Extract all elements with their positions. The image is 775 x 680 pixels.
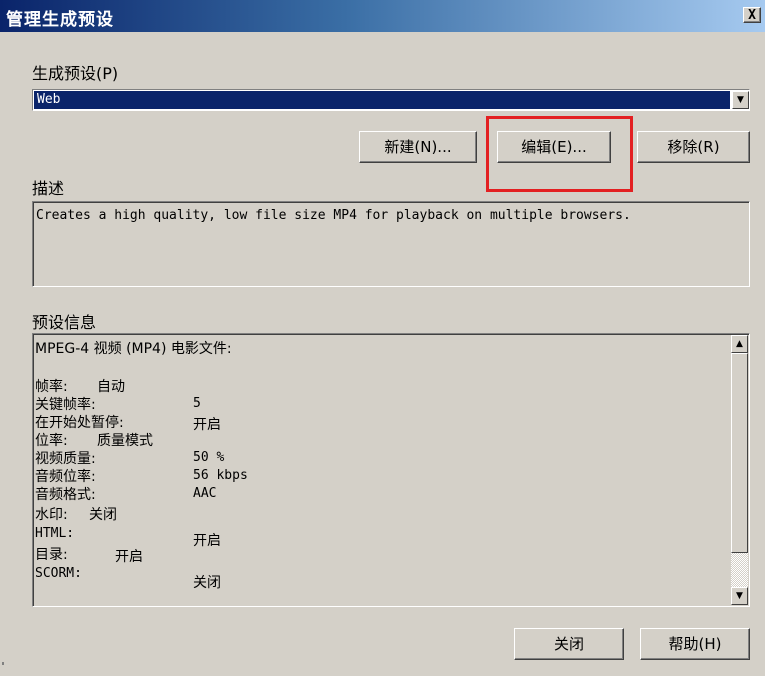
info-header: MPEG-4 视频 (MP4) 电影文件:: [35, 341, 232, 357]
title-bar[interactable]: 管理生成预设 X: [0, 0, 765, 32]
highlight-annotation: [486, 116, 633, 192]
new-preset-button[interactable]: 新建(N)...: [359, 131, 477, 163]
info-key: 音频格式:: [35, 487, 96, 503]
help-button[interactable]: 帮助(H): [640, 628, 750, 660]
close-button[interactable]: 关闭: [514, 628, 624, 660]
info-value: 开启: [193, 417, 221, 433]
info-key: 在开始处暂停:: [35, 415, 124, 431]
info-key: 位率:: [35, 433, 68, 449]
info-key: 关键帧率:: [35, 397, 96, 413]
info-key: 帧率:: [35, 379, 68, 395]
preset-select[interactable]: Web ▼: [32, 89, 750, 111]
preset-info-box[interactable]: MPEG-4 视频 (MP4) 电影文件: 帧率: 自动 关键帧率: 5 在开始…: [32, 333, 750, 607]
close-icon: X: [748, 8, 756, 23]
info-key: SCORM:: [35, 566, 82, 581]
info-key: 音频位率:: [35, 469, 96, 485]
scroll-down-arrow-icon[interactable]: ▼: [731, 587, 748, 605]
info-value: 开启: [115, 549, 143, 565]
info-key: 视频质量:: [35, 451, 96, 467]
remove-preset-button[interactable]: 移除(R): [637, 131, 750, 163]
info-value: 关闭: [89, 507, 117, 523]
info-value: 自动: [97, 379, 125, 395]
preset-info-label: 预设信息: [32, 313, 97, 332]
scroll-track[interactable]: [731, 353, 748, 587]
info-value: 关闭: [193, 575, 221, 591]
close-window-button[interactable]: X: [743, 7, 761, 23]
scroll-thumb[interactable]: [731, 353, 748, 553]
window-title: 管理生成预设: [6, 10, 114, 30]
info-value: AAC: [193, 486, 217, 501]
info-vertical-scrollbar[interactable]: ▲ ▼: [731, 335, 748, 605]
info-key: 目录:: [35, 547, 68, 563]
info-value: 质量模式: [97, 433, 153, 449]
edge-mark: [2, 662, 4, 665]
info-value: 56 kbps: [193, 468, 248, 483]
manage-presets-dialog: 管理生成预设 X 生成预设(P) Web ▼ 新建(N)... 编辑(E)...…: [0, 0, 765, 676]
description-text: Creates a high quality, low file size MP…: [32, 201, 750, 287]
info-value: 5: [193, 396, 201, 411]
info-key: HTML:: [35, 526, 75, 541]
info-value: 开启: [193, 533, 221, 549]
description-label: 描述: [32, 179, 65, 198]
scroll-up-arrow-icon[interactable]: ▲: [731, 335, 748, 353]
info-value: 50 %: [193, 450, 225, 465]
chevron-down-icon[interactable]: ▼: [732, 91, 749, 109]
info-key: 水印:: [35, 507, 68, 523]
preset-selected-value: Web: [34, 91, 730, 109]
preset-label: 生成预设(P): [32, 64, 119, 83]
